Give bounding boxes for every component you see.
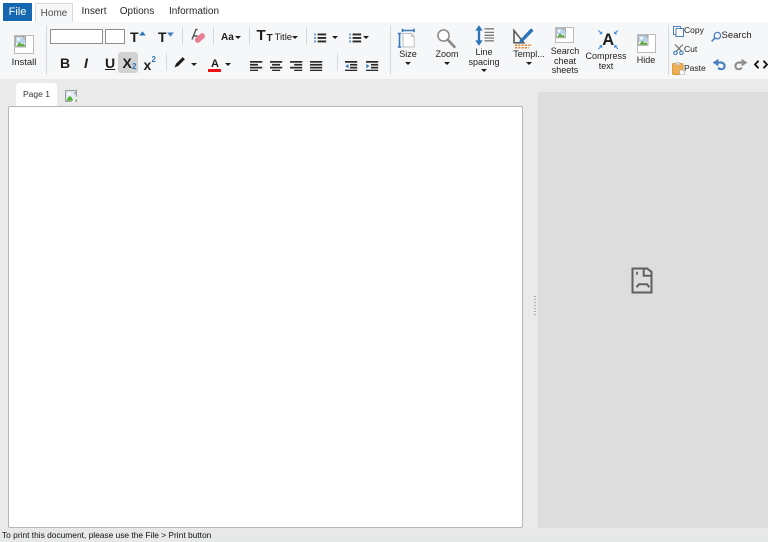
svg-text:A: A <box>602 31 614 49</box>
